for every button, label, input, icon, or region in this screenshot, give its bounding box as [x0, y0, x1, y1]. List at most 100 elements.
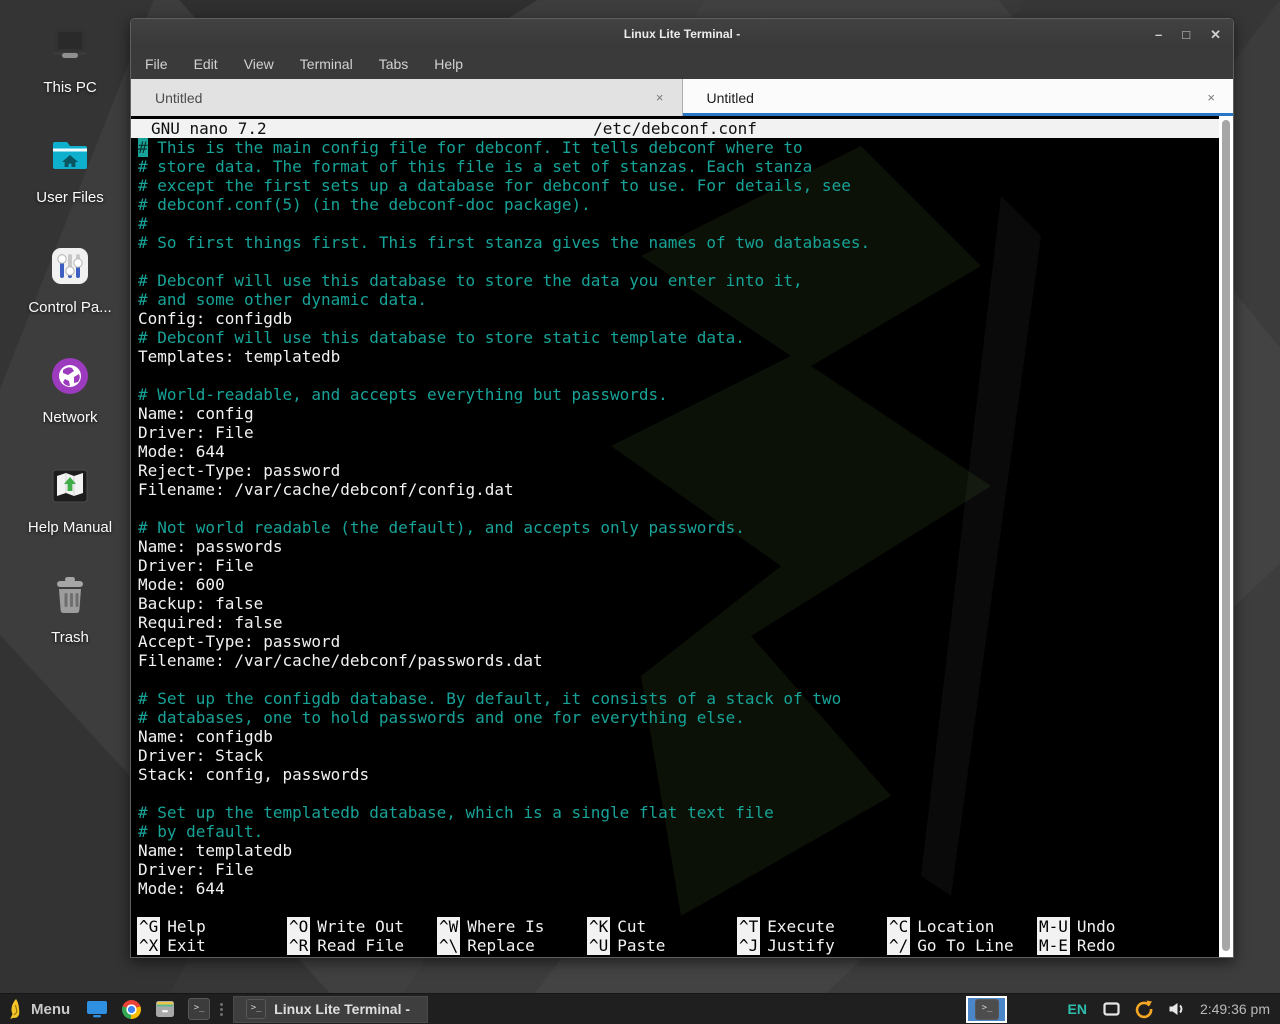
terminal-line: # World-readable, and accepts everything… [138, 385, 1226, 404]
shortcut-key: ^K [587, 917, 610, 936]
desktop-icon-this-pc[interactable]: This PC [15, 22, 125, 96]
clock[interactable]: 2:49:36 pm [1200, 1001, 1270, 1017]
menu-button[interactable]: Menu [0, 994, 80, 1024]
menu-file[interactable]: File [145, 56, 168, 72]
terminal-line: Name: passwords [138, 537, 1226, 556]
desktop-icon-help-manual[interactable]: Help Manual [15, 462, 125, 536]
desktop-icon-label: Network [15, 409, 125, 426]
tray-terminal-indicator[interactable]: >_ [966, 996, 1007, 1023]
file-manager-launcher[interactable] [153, 997, 177, 1021]
display-tray-icon[interactable] [1103, 1002, 1120, 1016]
updates-tray-icon[interactable] [1134, 999, 1154, 1019]
terminal-window: Linux Lite Terminal - – □ ✕ File Edit Vi… [130, 18, 1234, 958]
menu-tabs[interactable]: Tabs [379, 56, 409, 72]
window-title: Linux Lite Terminal - [624, 27, 740, 41]
volume-tray-icon[interactable] [1168, 1001, 1185, 1017]
terminal-scrollbar[interactable] [1219, 116, 1233, 957]
trash-can-icon [46, 572, 94, 620]
desktop-icon-trash[interactable]: Trash [15, 572, 125, 646]
desktop-icon-network[interactable]: Network [15, 352, 125, 426]
taskbar-window-label: Linux Lite Terminal - [274, 1001, 410, 1017]
nano-version: GNU nano 7.2 [151, 119, 267, 138]
terminal-line: Driver: File [138, 423, 1226, 442]
menu-terminal[interactable]: Terminal [300, 56, 353, 72]
terminal-line: Name: configdb [138, 727, 1226, 746]
shortcut-label: Justify [767, 936, 834, 955]
terminal-line: # Not world readable (the default), and … [138, 518, 1226, 537]
terminal-line [138, 499, 1226, 518]
terminal-line: Name: config [138, 404, 1226, 423]
terminal-line: Stack: config, passwords [138, 765, 1226, 784]
nano-cursor: # [138, 138, 148, 157]
terminal-line: Name: templatedb [138, 841, 1226, 860]
desktop-icon-control-panel[interactable]: Control Pa... [15, 242, 125, 316]
window-titlebar[interactable]: Linux Lite Terminal - – □ ✕ [131, 19, 1233, 49]
shortcut-key: ^J [737, 936, 760, 955]
menu-edit[interactable]: Edit [194, 56, 218, 72]
terminal-content[interactable]: GNU nano 7.2 /etc/debconf.conf # This is… [131, 116, 1233, 957]
nano-shortcut: M-ERedo [1037, 936, 1187, 955]
terminal-icon: >_ [246, 999, 266, 1019]
shortcut-label: Location [917, 917, 994, 936]
shortcut-label: Where Is [467, 917, 544, 936]
terminal-line [138, 252, 1226, 271]
nano-shortcut: ^J Justify [737, 936, 887, 955]
minimize-button[interactable]: – [1155, 28, 1162, 41]
terminal-line: # except the first sets up a database fo… [138, 176, 1226, 195]
shortcut-label: Execute [767, 917, 834, 936]
panel-grip[interactable] [220, 1003, 223, 1016]
shortcut-label: Write Out [317, 917, 404, 936]
desktop-launcher[interactable] [85, 997, 109, 1021]
maximize-button[interactable]: □ [1182, 28, 1190, 41]
desktop-icon-user-files[interactable]: User Files [15, 132, 125, 206]
terminal-line: # Debconf will use this database to stor… [138, 328, 1226, 347]
terminal-launcher[interactable]: >_ [187, 997, 211, 1021]
terminal-line: # Set up the templatedb database, which … [138, 803, 1226, 822]
shortcut-label: Exit [167, 936, 206, 955]
shortcut-key: ^U [587, 936, 610, 955]
terminal-line: # This is the main config file for debco… [138, 138, 1226, 157]
nano-shortcut: ^/Go To Line [887, 936, 1037, 955]
globe-icon [46, 352, 94, 400]
shortcut-key: ^G [137, 917, 160, 936]
taskbar-window-button[interactable]: >_ Linux Lite Terminal - [233, 996, 428, 1023]
nano-title-bar: GNU nano 7.2 /etc/debconf.conf [131, 119, 1219, 138]
desktop-icon-label: Trash [15, 629, 125, 646]
terminal-line: Backup: false [138, 594, 1226, 613]
shortcut-label: Paste [617, 936, 665, 955]
laptop-icon [46, 22, 94, 70]
scrollbar-thumb[interactable] [1222, 120, 1230, 951]
nano-shortcut: ^WWhere Is [437, 917, 587, 936]
sliders-icon [46, 242, 94, 290]
terminal-line: Driver: File [138, 556, 1226, 575]
terminal-line: Mode: 644 [138, 442, 1226, 461]
nano-shortcut: ^XExit [137, 936, 287, 955]
tab-bar: Untitled × Untitled × [131, 79, 1233, 116]
taskbar: Menu >_ >_ Linux Lite Terminal - >_ EN [0, 993, 1280, 1024]
shortcut-key: ^C [887, 917, 910, 936]
tab-close-icon[interactable]: × [652, 90, 668, 105]
chrome-launcher[interactable] [119, 997, 143, 1021]
terminal-line: Mode: 644 [138, 879, 1226, 898]
shortcut-label: Undo [1077, 917, 1116, 936]
terminal-line: Config: configdb [138, 309, 1226, 328]
terminal-line: # databases, one to hold passwords and o… [138, 708, 1226, 727]
close-button[interactable]: ✕ [1210, 28, 1221, 41]
tab-untitled-2[interactable]: Untitled × [683, 79, 1234, 116]
terminal-icon: >_ [975, 999, 999, 1020]
terminal-line: Filename: /var/cache/debconf/passwords.d… [138, 651, 1226, 670]
nano-shortcut-bar: ^GHelp^OWrite Out^WWhere Is^KCut^TExecut… [131, 917, 1225, 955]
shortcut-key: ^R [287, 936, 310, 955]
nano-shortcut: ^KCut [587, 917, 737, 936]
tab-untitled-1[interactable]: Untitled × [131, 79, 683, 116]
desktop-icon-label: Help Manual [15, 519, 125, 536]
tab-close-icon[interactable]: × [1203, 90, 1219, 105]
menu-help[interactable]: Help [434, 56, 463, 72]
nano-shortcut: ^C Location [887, 917, 1037, 936]
keyboard-layout-indicator[interactable]: EN [1067, 1001, 1086, 1017]
linux-lite-logo-icon [8, 998, 23, 1020]
tab-label: Untitled [145, 90, 652, 106]
shortcut-key: ^\ [437, 936, 460, 955]
menu-view[interactable]: View [244, 56, 274, 72]
desktop-icon-label: Control Pa... [15, 299, 125, 316]
